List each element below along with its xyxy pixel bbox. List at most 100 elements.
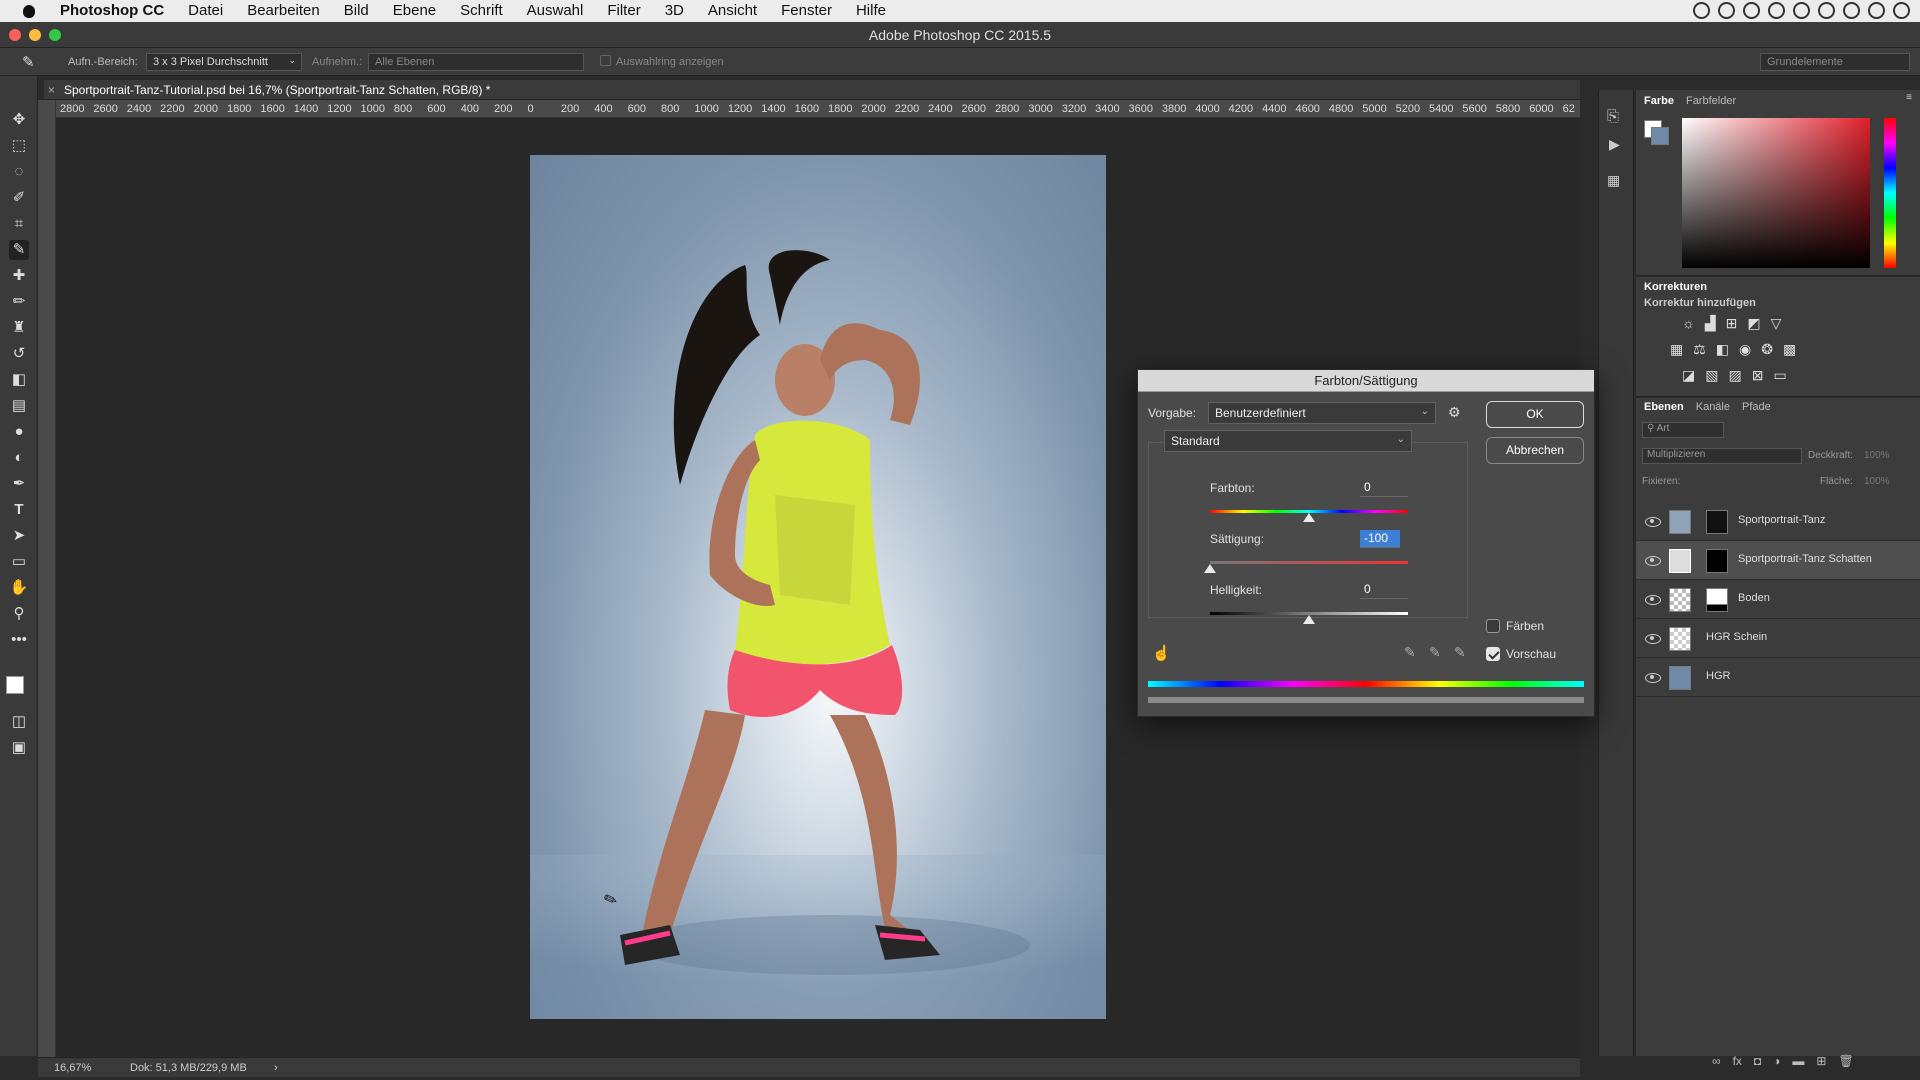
saturation-input[interactable]: -100 [1360,530,1400,548]
actions-play-icon[interactable]: ▶ [1609,136,1620,153]
color-balance-icon[interactable]: ⚖ [1693,341,1706,358]
curves-icon[interactable]: ⊞ [1726,315,1738,332]
posterize-icon[interactable]: ▧ [1705,367,1718,384]
healing-brush-tool-icon[interactable]: ✚ [9,266,29,286]
invert-icon[interactable]: ◪ [1682,367,1695,384]
layer-style-icon[interactable]: fx [1733,1054,1742,1068]
saturation-slider-track[interactable] [1210,561,1408,564]
lightness-input[interactable]: 0 [1360,581,1408,599]
menu-bearbeiten[interactable]: Bearbeiten [235,0,332,22]
layer-filter-select[interactable]: ⚲ Art [1642,422,1724,438]
chevron-right-icon[interactable]: › [274,1058,278,1078]
panel-menu-icon[interactable]: ≡ [1906,92,1912,103]
menu-app-name[interactable]: Photoshop CC [48,0,176,22]
eyedropper-tool-preset-icon[interactable]: ✎ [22,53,35,71]
marquee-tool-icon[interactable]: ⬚ [9,136,29,156]
preset-gear-icon[interactable]: ⚙ [1448,404,1461,421]
brightness-contrast-icon[interactable]: ☼ [1682,315,1695,332]
brush-tool-icon[interactable]: ✏ [9,292,29,312]
history-panel-icon[interactable]: ⎘ [1607,108,1619,125]
preview-checkbox[interactable] [1486,647,1500,661]
menu-schrift[interactable]: Schrift [448,0,515,22]
close-window-icon[interactable] [9,29,21,41]
vibrance-icon[interactable]: ▽ [1771,315,1782,332]
notification-list-icon[interactable] [1893,2,1910,19]
apple-icon[interactable] [20,2,38,20]
tab-pfade[interactable]: Pfade [1742,401,1771,413]
channel-mixer-icon[interactable]: ❂ [1761,341,1773,358]
preset-select[interactable]: Benutzerdefiniert ⌄ [1208,402,1436,424]
foreground-color-swatch[interactable] [6,676,24,694]
new-layer-icon[interactable]: ⊞ [1816,1054,1826,1068]
spotlight-search-icon[interactable] [1868,2,1885,19]
quick-mask-icon[interactable]: ◫ [9,712,29,732]
lightness-slider-thumb[interactable] [1303,615,1315,624]
zoom-window-icon[interactable] [49,29,61,41]
background-swatch[interactable] [1651,127,1669,145]
zoom-tool-icon[interactable]: ⚲ [9,604,29,624]
gradient-tool-icon[interactable]: ▤ [9,396,29,416]
hue-input[interactable]: 0 [1360,479,1408,497]
workspace-select[interactable]: Grundelemente [1760,53,1910,71]
channel-select[interactable]: Standard ⌄ [1164,430,1412,452]
color-lookup-icon[interactable]: ▩ [1783,341,1796,358]
tab-ebenen[interactable]: Ebenen [1644,401,1684,413]
visibility-eye-icon[interactable] [1645,554,1661,566]
menu-datei[interactable]: Datei [176,0,235,22]
pen-tool-icon[interactable]: ✒ [9,474,29,494]
photo-filter-icon[interactable]: ◉ [1739,341,1751,358]
bluetooth-icon[interactable] [1818,2,1835,19]
rectangle-tool-icon[interactable]: ▭ [9,552,29,572]
levels-icon[interactable]: ▟ [1705,315,1716,332]
properties-panel-icon[interactable]: ▦ [1607,172,1620,189]
delete-layer-icon[interactable]: 🗑 [1838,1054,1853,1068]
colorize-checkbox[interactable] [1486,619,1500,633]
black-white-icon[interactable]: ◧ [1716,341,1729,358]
history-brush-tool-icon[interactable]: ↺ [9,344,29,364]
lasso-tool-icon[interactable]: ◌ [9,162,29,182]
eyedropper-icon[interactable]: ✎ [1404,644,1416,661]
ok-button[interactable]: OK [1486,401,1584,428]
visibility-eye-icon[interactable] [1645,593,1661,605]
selective-color-icon[interactable]: ⊠ [1752,367,1764,384]
blend-mode-select[interactable]: Multiplizieren [1642,448,1802,464]
hue-saturation-icon[interactable]: ▦ [1670,341,1683,358]
show-ring-checkbox[interactable] [600,55,611,66]
eyedropper-minus-icon[interactable]: ✎ [1454,644,1466,661]
layer-row[interactable]: HGR Schein [1636,619,1920,658]
document-image[interactable] [530,155,1106,1019]
sync-icon[interactable] [1743,2,1760,19]
menu-hilfe[interactable]: Hilfe [844,0,898,22]
screen-mode-icon[interactable]: ▣ [9,738,29,758]
visibility-eye-icon[interactable] [1645,671,1661,683]
close-document-icon[interactable]: × [48,80,55,100]
drive-icon[interactable] [1768,2,1785,19]
sample-layers-select[interactable]: Alle Ebenen [368,53,584,71]
layer-row[interactable]: Boden [1636,580,1920,619]
move-tool-icon[interactable]: ✥ [9,110,29,130]
cancel-button[interactable]: Abbrechen [1486,437,1584,464]
link-layers-icon[interactable]: ∞ [1712,1054,1721,1068]
eraser-tool-icon[interactable]: ◧ [9,370,29,390]
zoom-level[interactable]: 16,67% [54,1058,91,1078]
menu-fenster[interactable]: Fenster [769,0,844,22]
type-tool-icon[interactable]: T [9,500,29,520]
gradient-map-icon[interactable]: ▭ [1773,367,1786,384]
menu-3d[interactable]: 3D [653,0,696,22]
new-adjustment-icon[interactable]: ◑ [1773,1054,1780,1068]
menu-ebene[interactable]: Ebene [381,0,448,22]
clone-stamp-tool-icon[interactable]: ♜ [9,318,29,338]
sample-size-select[interactable]: 3 x 3 Pixel Durchschnitt ⌄ [146,53,302,71]
tab-farbe[interactable]: Farbe [1644,95,1674,107]
blur-tool-icon[interactable]: ● [9,422,29,442]
tab-kanaele[interactable]: Kanäle [1696,401,1730,413]
visibility-eye-icon[interactable] [1645,515,1661,527]
more-tools-icon[interactable]: ••• [9,630,29,650]
menu-filter[interactable]: Filter [595,0,652,22]
layer-row[interactable]: Sportportrait-Tanz [1636,502,1920,541]
quick-selection-tool-icon[interactable]: ✐ [9,188,29,208]
wifi-icon[interactable] [1843,2,1860,19]
hue-slider[interactable] [1884,118,1896,268]
record-icon[interactable] [1693,2,1710,19]
document-tab[interactable]: × Sportportrait-Tanz-Tutorial.psd bei 16… [44,80,1580,100]
